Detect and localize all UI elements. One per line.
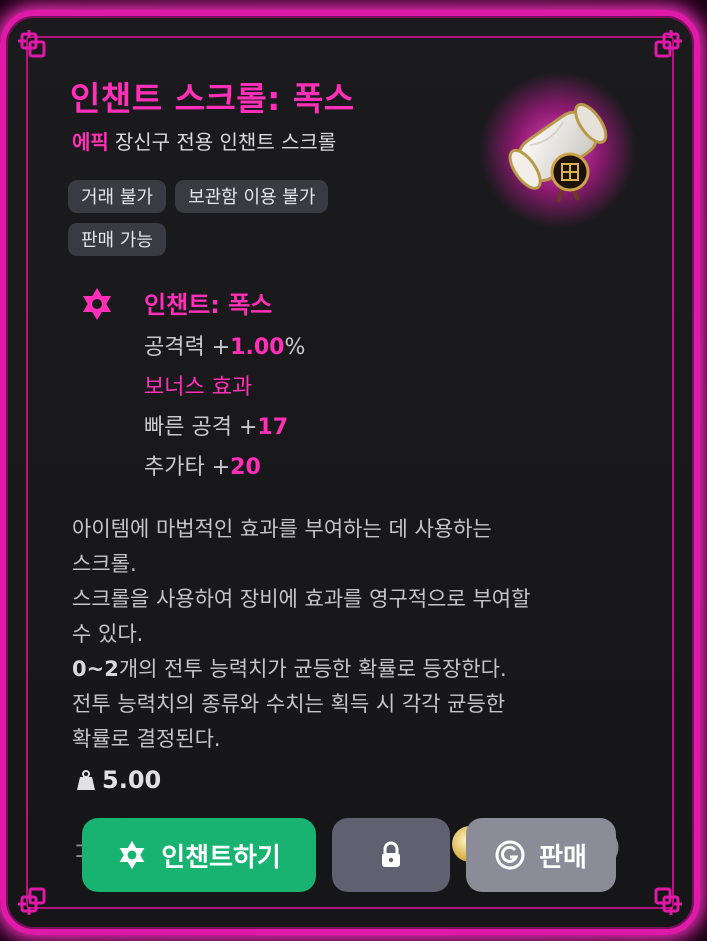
- desc-line: 수 있다.: [72, 622, 144, 646]
- weight-value: 5.00: [102, 766, 162, 794]
- desc-line-rest: 개의 전투 능력치가 균등한 확률로 등장한다.: [118, 657, 507, 681]
- stat-fast-attack: 빠른 공격 +17: [144, 409, 288, 441]
- stat-extra-hit: 추가타 +20: [144, 449, 261, 481]
- lock-button[interactable]: [332, 818, 450, 892]
- stat-fast-value: 17: [257, 415, 289, 440]
- item-subtitle: 에픽 장신구 전용 인챈트 스크롤: [72, 126, 336, 155]
- item-grade: 에픽: [72, 130, 109, 154]
- knot-corner-icon: [18, 887, 46, 915]
- desc-count-range: 0~2: [72, 657, 119, 681]
- tag-sell: 판매 가능: [68, 223, 166, 256]
- sell-button-label: 판매: [539, 842, 587, 873]
- item-tags: 거래 불가 보관함 이용 불가 판매 가능: [68, 180, 398, 266]
- stat-extra-value: 20: [230, 455, 261, 480]
- scroll-item-icon: [480, 72, 636, 228]
- stat-attack: 공격력 +1.00%: [144, 329, 305, 361]
- knot-corner-icon: [654, 30, 682, 58]
- stat-attack-unit: %: [284, 335, 306, 360]
- stat-attack-value: 1.00: [230, 335, 285, 360]
- enchant-name: 인챈트: 폭스: [144, 291, 273, 319]
- item-weight: 5.00: [76, 766, 161, 794]
- desc-line: 아이템에 마법적인 효과를 부여하는 데 사용하는: [72, 517, 492, 541]
- item-type: 장신구 전용 인챈트 스크롤: [114, 130, 337, 154]
- weight-icon: [77, 770, 95, 790]
- desc-line: 확률로 결정된다.: [72, 727, 221, 751]
- knot-corner-icon: [654, 887, 682, 915]
- tag-trade: 거래 불가: [68, 180, 166, 213]
- sell-button[interactable]: 판매: [466, 818, 616, 892]
- tag-storage: 보관함 이용 불가: [175, 180, 329, 213]
- desc-line: 스크롤.: [72, 552, 137, 576]
- lock-icon: [382, 841, 400, 867]
- sell-coin-icon: [495, 840, 525, 870]
- stat-attack-label: 공격력 +: [144, 335, 231, 360]
- desc-line: 스크롤을 사용하여 장비에 효과를 영구적으로 부여할: [72, 587, 531, 611]
- item-title: 인챈트 스크롤: 폭스: [70, 79, 355, 118]
- desc-line: 0~2개의 전투 능력치가 균등한 확률로 등장한다.: [72, 652, 652, 687]
- stat-extra-label: 추가타 +: [144, 455, 231, 480]
- item-description: 아이템에 마법적인 효과를 부여하는 데 사용하는 스크롤. 스크롤을 사용하여…: [72, 512, 652, 757]
- enchant-button-label: 인챈트하기: [161, 842, 281, 873]
- hexagram-star-icon: [83, 288, 111, 320]
- bonus-effect-label: 보너스 효과: [144, 375, 253, 400]
- enchant-button[interactable]: 인챈트하기: [82, 818, 316, 892]
- knot-corner-icon: [18, 30, 46, 58]
- desc-line: 전투 능력치의 종류와 수치는 획득 시 각각 균등한: [72, 692, 506, 716]
- hexagram-star-icon: [119, 840, 145, 870]
- stat-fast-label: 빠른 공격 +: [144, 415, 258, 440]
